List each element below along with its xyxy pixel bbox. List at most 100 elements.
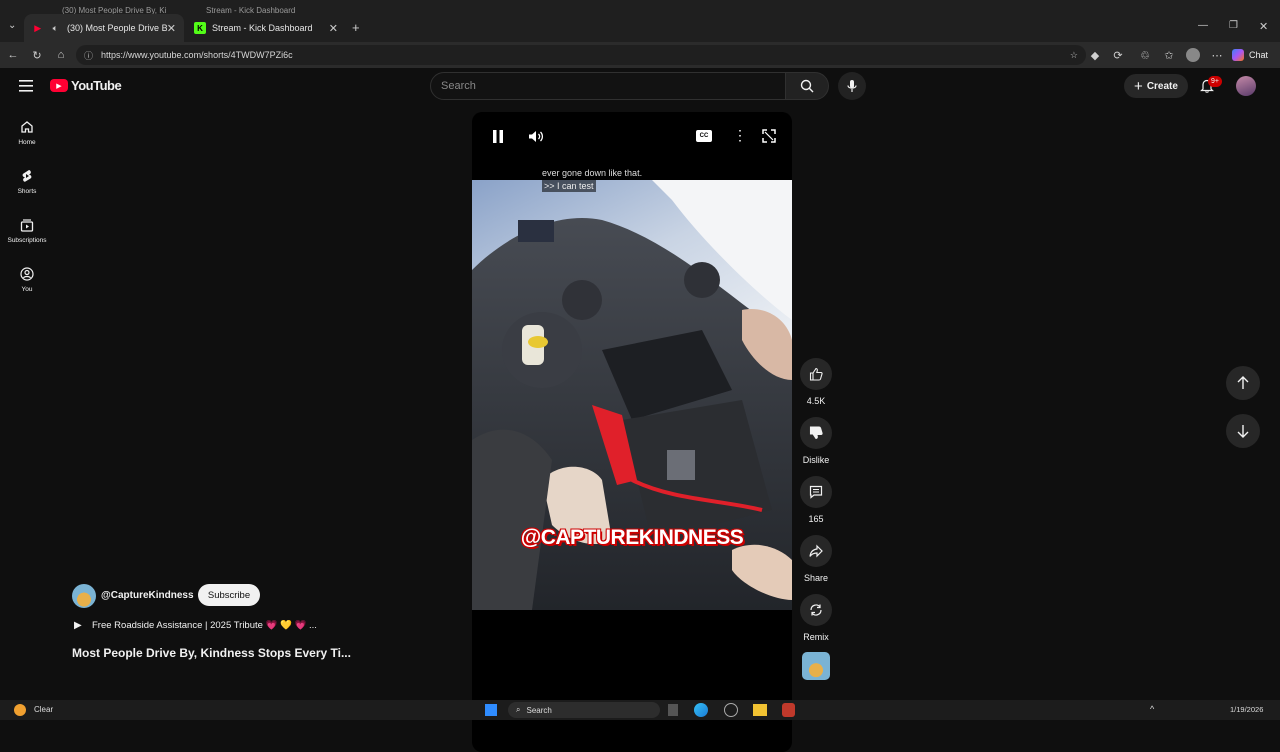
windows-start-icon[interactable] xyxy=(485,704,497,716)
music-track[interactable]: Free Roadside Assistance | 2025 Tribute … xyxy=(92,620,317,631)
shorts-icon xyxy=(22,170,32,182)
taskbar-search[interactable]: ⌕ Search xyxy=(508,702,660,718)
task-view-icon[interactable] xyxy=(668,704,678,716)
caption-line-2: >> I can test xyxy=(542,180,596,192)
subscriptions-icon xyxy=(20,219,34,232)
channel-name[interactable]: @CaptureKindness xyxy=(101,590,194,601)
create-button[interactable]: + Create xyxy=(1124,74,1188,98)
tab-close-icon[interactable]: ✕ xyxy=(167,22,176,35)
refresh-icon[interactable]: ↻ xyxy=(28,46,46,64)
tab-close-icon[interactable]: ✕ xyxy=(329,22,338,35)
arrow-down-icon xyxy=(1237,425,1249,438)
new-tab-icon[interactable]: + xyxy=(352,20,360,35)
plus-icon: + xyxy=(1134,77,1143,95)
tracking-icon[interactable]: ♲ xyxy=(1136,46,1154,64)
avatar[interactable] xyxy=(1236,76,1256,96)
weather-label[interactable]: Clear xyxy=(34,705,53,714)
home-icon xyxy=(21,121,33,133)
hamburger-menu-icon[interactable] xyxy=(19,79,33,97)
youtube-favicon-icon: ▶ xyxy=(34,22,42,33)
youtube-logo[interactable]: ▶ YouTube xyxy=(50,78,122,93)
minimize-icon[interactable]: — xyxy=(1198,20,1208,31)
sidebar-item-label: Subscriptions xyxy=(7,237,47,244)
comments-button[interactable]: 165 xyxy=(800,476,832,524)
tab-youtube[interactable]: ▶ 🔈︎ (30) Most People Drive By, Ki ✕ xyxy=(24,14,184,42)
address-bar-row: ← ↻ ⌂ ⓘ https://www.youtube.com/shorts/4… xyxy=(0,42,1280,68)
url-field[interactable]: ⓘ https://www.youtube.com/shorts/4TWDW7P… xyxy=(76,45,1086,65)
music-play-icon[interactable]: ▶ xyxy=(74,620,82,631)
channel-avatar[interactable] xyxy=(72,584,96,608)
fullscreen-icon[interactable] xyxy=(762,129,776,148)
restore-icon[interactable]: ❐ xyxy=(1229,20,1238,31)
youtube-logo-icon: ▶ xyxy=(50,79,68,92)
sidebar-item-shorts[interactable]: Shorts xyxy=(0,169,54,195)
pause-icon[interactable] xyxy=(492,130,504,148)
site-info-icon[interactable]: ⓘ xyxy=(84,49,93,62)
youtube-logo-text: YouTube xyxy=(71,78,122,93)
sound-thumbnail[interactable] xyxy=(802,652,830,680)
dislike-button[interactable]: Dislike xyxy=(800,417,832,465)
short-title[interactable]: Most People Drive By, Kindness Stops Eve… xyxy=(72,646,351,660)
sidebar-item-subscriptions[interactable]: Subscriptions xyxy=(0,218,54,244)
captions-icon[interactable]: CC xyxy=(696,130,712,142)
browser-tab-strip: (30) Most People Drive By, Ki Stream - K… xyxy=(0,0,1280,42)
remix-icon xyxy=(810,604,822,616)
share-button[interactable]: Share xyxy=(800,535,832,583)
remix-label: Remix xyxy=(803,632,829,642)
comment-count: 165 xyxy=(808,514,824,524)
sidebar-item-label: You xyxy=(21,286,33,293)
thumbs-down-icon xyxy=(809,426,823,440)
tray-chevron-icon[interactable]: ^ xyxy=(1150,704,1154,714)
chat-label: Chat xyxy=(1249,50,1269,60)
extension-icon[interactable]: ◆ xyxy=(1086,46,1104,64)
video-frame[interactable]: >> I can test @CAPTUREKINDNESS xyxy=(472,180,792,610)
more-menu-icon[interactable]: ⋯ xyxy=(1208,46,1226,64)
voice-search-button[interactable] xyxy=(838,72,866,100)
previous-short-button[interactable] xyxy=(1226,366,1260,400)
subscribe-button[interactable]: Subscribe xyxy=(198,584,260,606)
windows-taskbar: Clear ⌕ Search ^ 1/19/2026 xyxy=(0,700,1280,720)
tab-youtube-title: (30) Most People Drive By, Ki xyxy=(67,23,167,33)
sidebar-item-label: Shorts xyxy=(17,188,37,195)
tab-kick-title: Stream - Kick Dashboard xyxy=(212,23,313,33)
search-button[interactable] xyxy=(785,72,829,100)
like-button[interactable]: 4.5K xyxy=(800,358,832,406)
taskbar-date[interactable]: 1/19/2026 xyxy=(1230,705,1263,714)
remix-button[interactable]: Remix xyxy=(800,594,832,642)
weather-icon[interactable] xyxy=(14,704,26,716)
notification-badge: 9+ xyxy=(1208,76,1222,87)
shorts-player[interactable]: CC ⋮ ever gone down like that. >> I can … xyxy=(472,112,792,752)
like-count: 4.5K xyxy=(806,396,826,406)
security-app-icon[interactable] xyxy=(782,703,795,717)
dislike-label: Dislike xyxy=(802,455,830,465)
favorites-icon[interactable]: ✩ xyxy=(1160,46,1178,64)
microphone-icon xyxy=(847,80,857,92)
share-icon xyxy=(809,544,823,558)
sidebar-item-home[interactable]: Home xyxy=(0,120,54,146)
app-taskbar-icon[interactable] xyxy=(724,703,738,717)
sidebar-item-you[interactable]: You xyxy=(0,267,54,293)
more-options-icon[interactable]: ⋮ xyxy=(733,128,747,142)
home-browser-icon[interactable]: ⌂ xyxy=(52,46,70,64)
file-explorer-icon[interactable] xyxy=(753,704,767,716)
sidebar-item-label: Home xyxy=(18,139,36,146)
profile-avatar-icon[interactable] xyxy=(1184,46,1202,64)
close-window-icon[interactable]: ✕ xyxy=(1259,20,1268,33)
next-short-button[interactable] xyxy=(1226,414,1260,448)
tab-kick[interactable]: K Stream - Kick Dashboard ✕ xyxy=(186,14,346,42)
comment-icon xyxy=(809,485,823,499)
copilot-chat-button[interactable]: Chat xyxy=(1232,47,1268,63)
arrow-up-icon xyxy=(1237,376,1249,389)
extensions-puzzle-icon[interactable]: ⟳ xyxy=(1109,46,1127,64)
tab-list-chevron-icon[interactable]: ⌄ xyxy=(8,20,16,31)
back-icon[interactable]: ← xyxy=(4,46,22,64)
search-input[interactable]: Search xyxy=(430,72,786,100)
edge-taskbar-icon[interactable] xyxy=(694,703,708,717)
share-label: Share xyxy=(803,573,829,583)
taskbar-search-label: Search xyxy=(526,705,552,715)
favorite-star-icon[interactable]: ☆ xyxy=(1070,50,1078,61)
speaker-icon[interactable]: 🔈︎ xyxy=(50,22,62,34)
you-icon xyxy=(20,267,34,281)
volume-icon[interactable] xyxy=(528,130,544,148)
url-text: https://www.youtube.com/shorts/4TWDW7PZi… xyxy=(101,50,293,60)
